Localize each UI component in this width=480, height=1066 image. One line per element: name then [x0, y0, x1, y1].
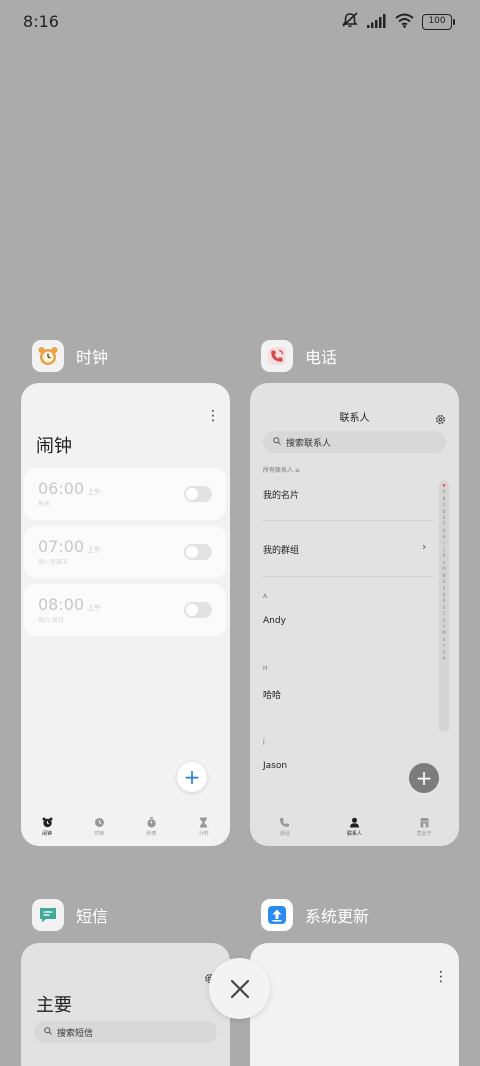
add-alarm-button[interactable]: +: [177, 762, 207, 792]
nav-item-timer[interactable]: 计时: [184, 816, 224, 837]
alarm-repeat: 周六 周日: [38, 617, 64, 624]
app-header-updater[interactable]: 系统更新: [261, 899, 369, 931]
clock-icon: [93, 816, 105, 828]
divider: [263, 520, 433, 521]
all-contacts-label[interactable]: 所有联系人 ≡: [263, 465, 300, 474]
alarm-time: 08:00: [38, 595, 85, 614]
alphabet-index-bar[interactable]: ♥ A B C D E F G H I J K L M N O P Q R S T U V W X Y Z #: [439, 480, 449, 732]
nav-item-alarm[interactable]: 闹钟: [27, 816, 67, 837]
alarm-time: 06:00: [38, 479, 85, 498]
section-letter: J: [263, 738, 265, 745]
search-placeholder: 搜索联系人: [286, 438, 332, 449]
alarm-toggle[interactable]: [184, 602, 212, 618]
updater-app-card[interactable]: ⋮: [250, 943, 459, 1066]
section-letter: A: [263, 593, 268, 600]
phone-app-card[interactable]: 联系人 搜索联系人 所有联系人 ≡ 我的名片 我的群组 › A Andy H 哈…: [250, 383, 459, 846]
index-letter[interactable]: #: [442, 656, 445, 662]
nav-label: 营业厅: [416, 831, 432, 837]
updater-app-icon: [261, 899, 293, 931]
status-bar: 8:16 100: [0, 0, 480, 44]
nav-label: 时钟: [94, 831, 105, 837]
my-card-row[interactable]: 我的名片: [263, 488, 299, 501]
status-icons: 100: [341, 12, 455, 32]
contacts-search-input[interactable]: 搜索联系人: [263, 431, 446, 453]
bottom-nav: 通话 联系人 营业厅: [250, 812, 459, 846]
sms-app-card[interactable]: 主要 搜索短信: [21, 943, 230, 1066]
page-title: 联系人: [339, 413, 370, 424]
alarm-item[interactable]: 08:00 上午 周六 周日: [24, 584, 226, 636]
close-all-button[interactable]: [209, 958, 270, 1019]
alarm-time: 07:00: [38, 537, 85, 556]
alarm-repeat: 每天: [38, 501, 51, 508]
nav-label: 闹钟: [42, 831, 53, 837]
person-icon: [348, 816, 360, 828]
stopwatch-icon: [146, 816, 158, 828]
contact-item[interactable]: Jason: [263, 761, 287, 771]
app-name-clock: 时钟: [76, 348, 109, 367]
app-header-clock[interactable]: 时钟: [32, 340, 108, 372]
nav-item-clock[interactable]: 时钟: [79, 816, 119, 837]
signal-icon: [367, 13, 387, 32]
more-options-icon[interactable]: ⋮: [434, 970, 448, 984]
page-title: 主要: [36, 995, 72, 1016]
app-name-updater: 系统更新: [305, 907, 370, 926]
alarm-ampm: 上午: [87, 488, 102, 496]
contact-item[interactable]: 哈哈: [263, 688, 281, 701]
alarm-ampm: 上午: [87, 546, 102, 554]
battery-icon: 100: [422, 14, 455, 30]
phone-icon: [279, 816, 291, 828]
mute-icon: [341, 12, 359, 32]
nav-label: 计时: [198, 831, 209, 837]
settings-gear-icon[interactable]: [435, 410, 446, 429]
app-name-sms: 短信: [76, 907, 109, 926]
nav-item-contacts[interactable]: 联系人: [334, 816, 374, 837]
phone-app-icon: [261, 340, 293, 372]
contact-item[interactable]: Andy: [263, 616, 286, 626]
search-icon: [44, 1026, 52, 1038]
page-title: 闹钟: [36, 436, 72, 457]
alarm-toggle[interactable]: [184, 486, 212, 502]
alarm-item[interactable]: 06:00 上午 每天: [24, 468, 226, 520]
nav-label: 联系人: [346, 831, 362, 837]
add-contact-button[interactable]: +: [409, 763, 439, 793]
close-icon: [230, 979, 249, 998]
app-header-phone[interactable]: 电话: [261, 340, 337, 372]
nav-label: 秒表: [146, 831, 157, 837]
more-options-icon[interactable]: ⋮: [206, 409, 220, 423]
alarm-repeat: 周一至周五: [38, 559, 69, 566]
bottom-nav: 闹钟 时钟 秒表 计时: [21, 812, 230, 846]
wifi-icon: [395, 13, 414, 32]
chevron-right-icon: ›: [422, 540, 427, 553]
app-name-phone: 电话: [305, 348, 338, 367]
app-header-sms[interactable]: 短信: [32, 899, 108, 931]
alarm-item[interactable]: 07:00 上午 周一至周五: [24, 526, 226, 578]
nav-item-service-hall[interactable]: 营业厅: [404, 816, 444, 837]
divider: [263, 576, 433, 577]
alarm-toggle[interactable]: [184, 544, 212, 560]
alarm-ampm: 上午: [87, 604, 102, 612]
nav-item-stopwatch[interactable]: 秒表: [132, 816, 172, 837]
clock-app-card[interactable]: ⋮ 闹钟 06:00 上午 每天 07:00 上午 周一至周五 08:00 上午 周六…: [21, 383, 230, 846]
search-placeholder: 搜索短信: [57, 1028, 94, 1039]
alarm-icon: [41, 816, 53, 828]
clock-app-icon: [32, 340, 64, 372]
nav-item-calls[interactable]: 通话: [265, 816, 305, 837]
sms-app-icon: [32, 899, 64, 931]
store-icon: [418, 816, 430, 828]
search-icon: [273, 436, 281, 448]
hourglass-icon: [198, 816, 210, 828]
status-time: 8:16: [23, 12, 59, 31]
section-letter: H: [263, 665, 268, 672]
my-groups-row[interactable]: 我的群组: [263, 543, 299, 556]
sms-search-input[interactable]: 搜索短信: [34, 1021, 217, 1043]
nav-label: 通话: [279, 831, 290, 837]
